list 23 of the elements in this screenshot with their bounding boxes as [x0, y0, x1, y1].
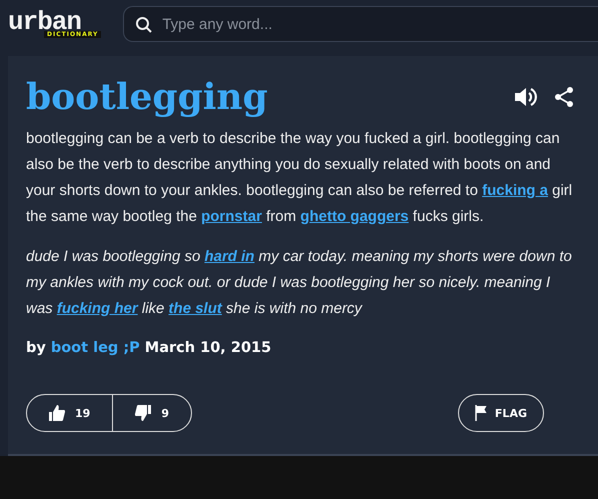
term-link[interactable]: fucking her [56, 300, 138, 317]
flag-icon [474, 405, 487, 421]
entry-title[interactable]: bootlegging [26, 76, 268, 118]
term-link[interactable]: hard in [204, 248, 254, 265]
by-label: by [26, 340, 46, 356]
share-icon[interactable] [554, 86, 574, 108]
downvote-button[interactable]: 9 [112, 395, 191, 431]
search-icon [135, 16, 154, 34]
definition-text: bootlegging can be a verb to describe the way you fucked a girl. bootlegging can also be the verb to describe anything you do sexually related with boots on and your shorts down to your ankles. bootlegging can also be referred to fucking a girl the same way bootleg the pornstar from ghetto gaggers fucks girls. [26, 129, 574, 227]
speaker-icon[interactable] [514, 86, 538, 108]
term-link[interactable]: pornstar [201, 208, 262, 225]
search-field[interactable]: Type any word... [123, 6, 598, 42]
example-text: dude I was bootlegging so hard in my car today. meaning my shorts were down to my ankles with my cock out. or dude I was bootlegging her so nicely. meaning I was fucking her like the slut she is with no mercy [26, 247, 573, 319]
thumbs-up-icon [49, 405, 65, 421]
flag-button[interactable]: FLAG [458, 394, 544, 432]
upvote-button[interactable]: 19 [27, 395, 112, 431]
thumbs-down-icon [135, 405, 152, 421]
term-link[interactable]: the slut [168, 300, 222, 317]
term-link[interactable]: fucking a [482, 182, 548, 199]
logo-wordmark[interactable]: urban [8, 10, 82, 32]
term-link[interactable]: ghetto gaggers [300, 208, 409, 225]
author-link[interactable]: boot leg ;P [50, 340, 140, 356]
entry-date: March 10, 2015 [144, 340, 272, 356]
